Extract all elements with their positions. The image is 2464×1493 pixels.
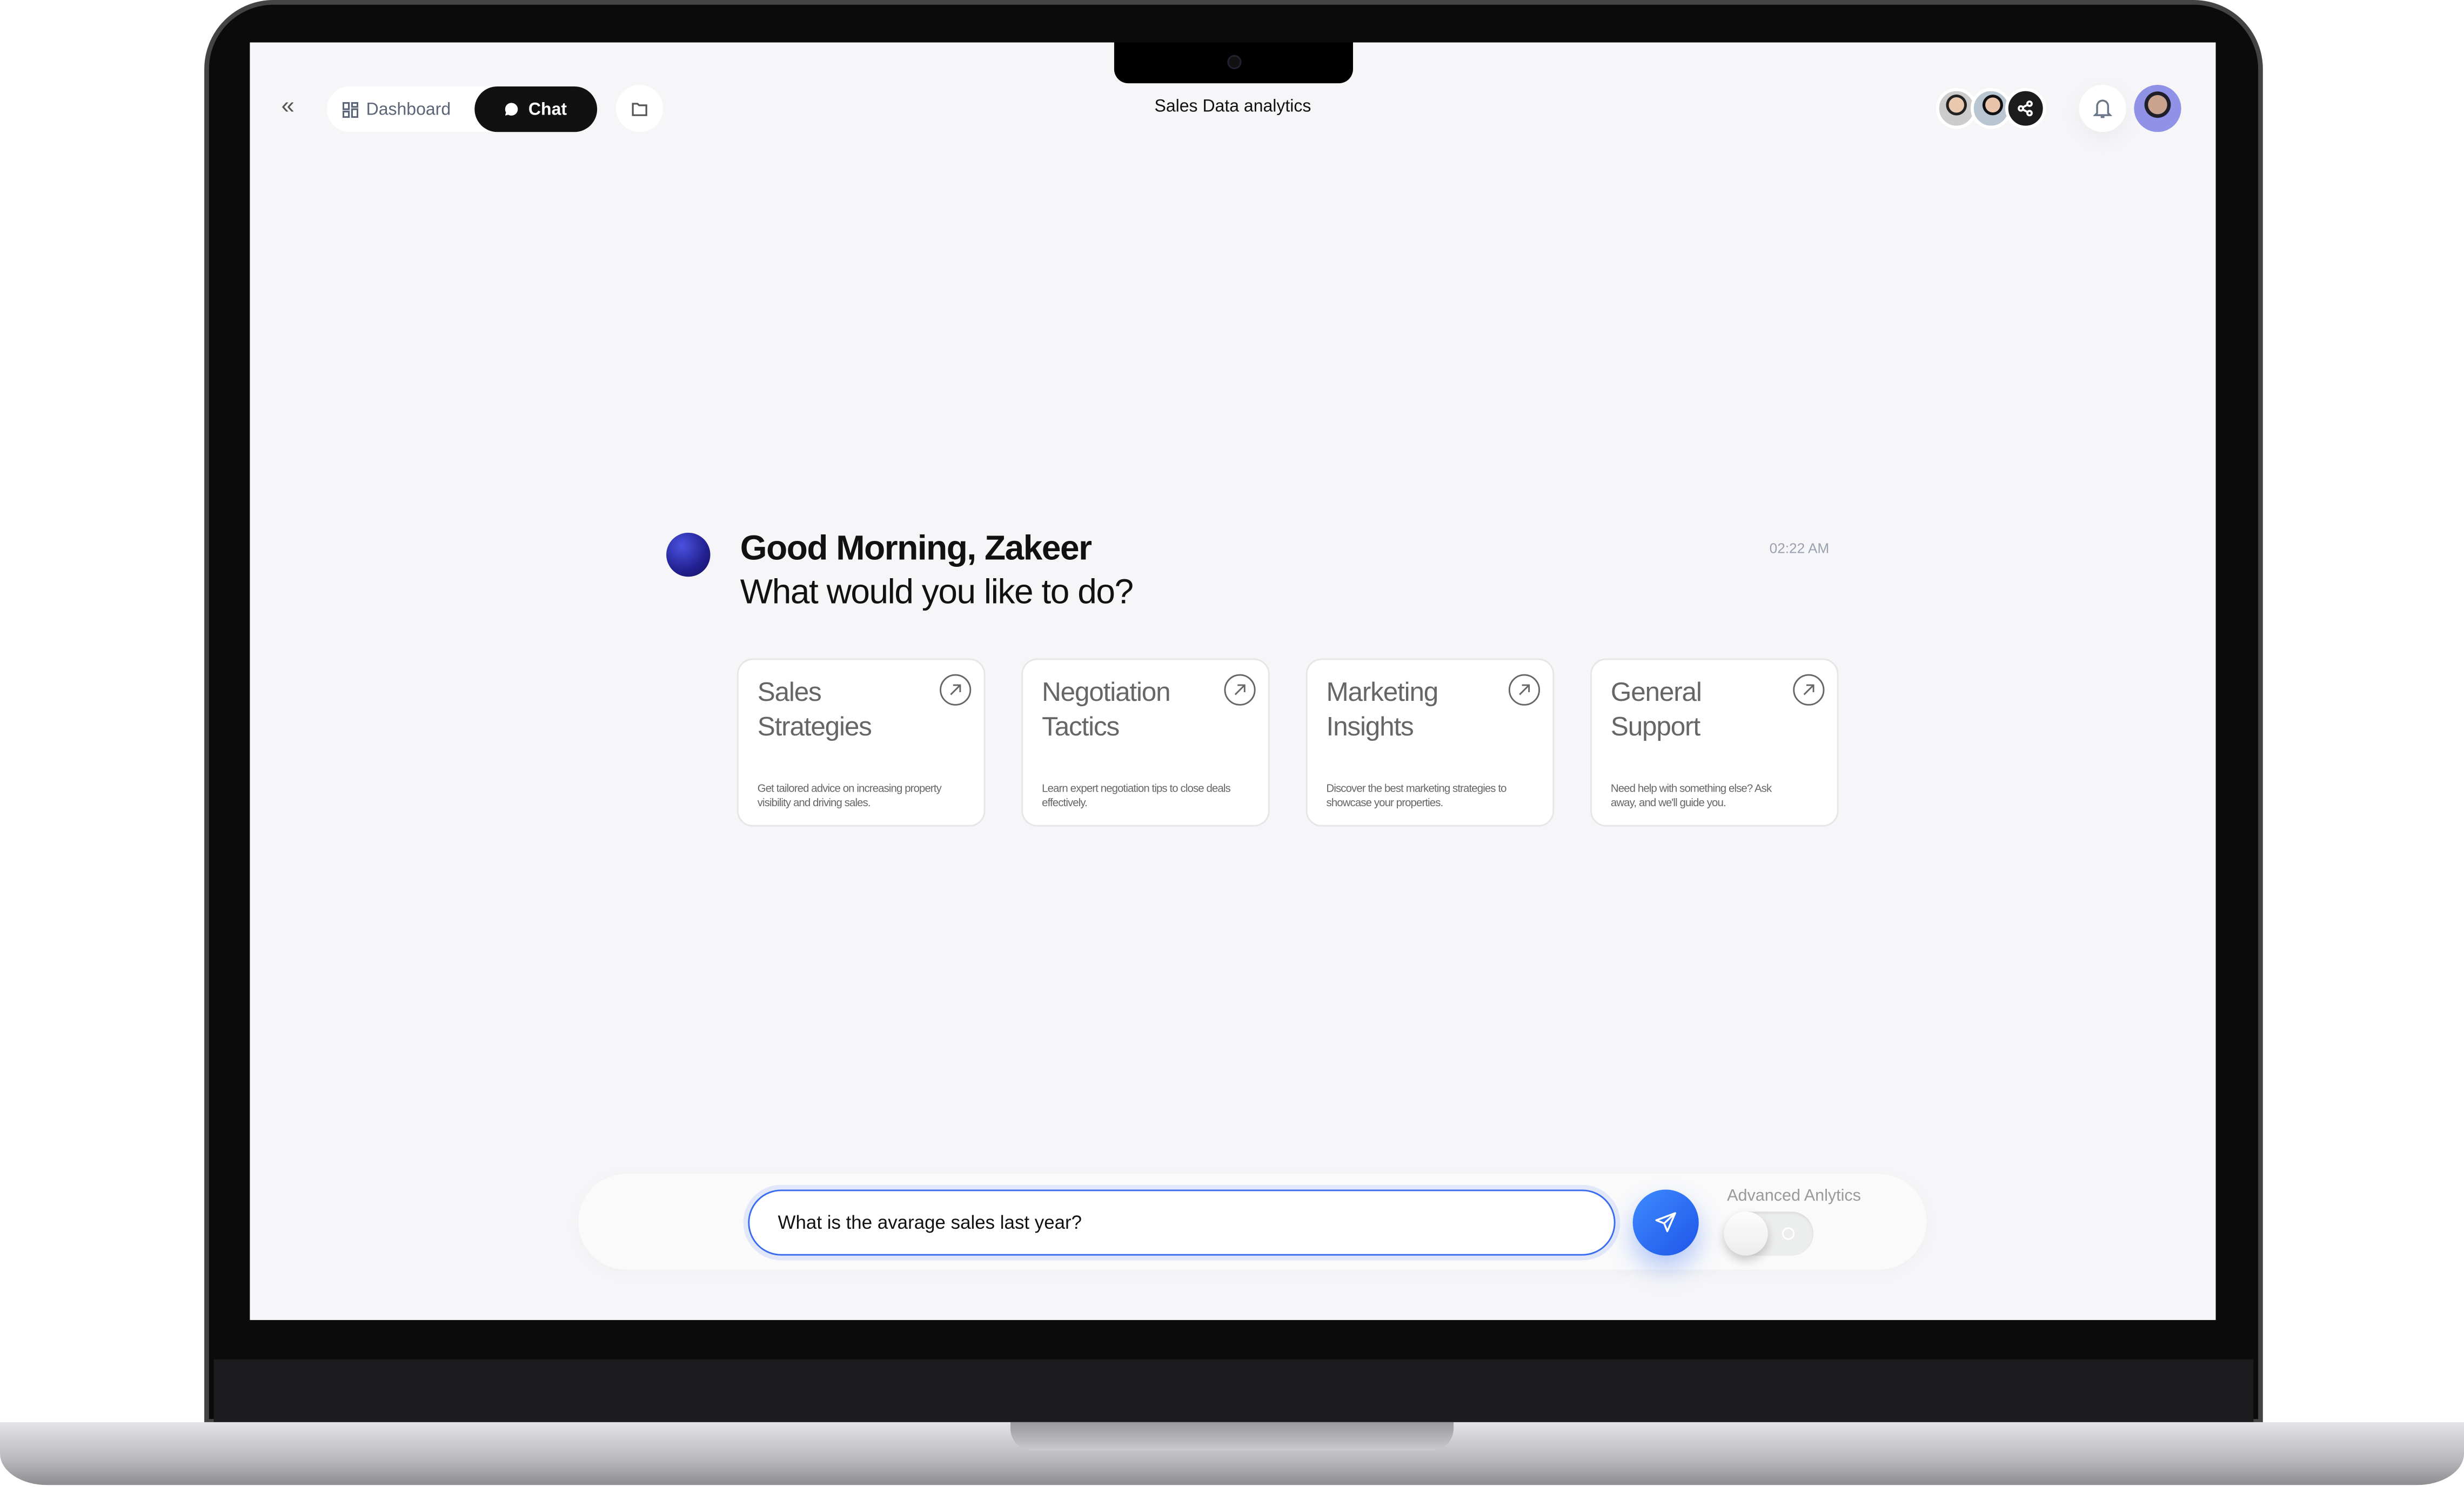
arrow-up-right-icon[interactable] bbox=[940, 674, 972, 706]
card-title-line: Insights bbox=[1326, 712, 1414, 742]
card-title: Negotiation Tactics bbox=[1042, 676, 1170, 745]
share-icon bbox=[2018, 101, 2033, 117]
page-title: Sales Data analytics bbox=[1154, 97, 1311, 117]
assistant-orb bbox=[666, 532, 711, 577]
chat-input[interactable] bbox=[748, 1189, 1616, 1256]
toggle-off-indicator bbox=[1782, 1227, 1795, 1240]
greeting-time: 02:22 AM bbox=[1769, 540, 1830, 557]
send-icon bbox=[1655, 1212, 1676, 1233]
arrow-up-right-icon[interactable] bbox=[1793, 674, 1825, 706]
camera bbox=[1227, 55, 1242, 69]
card-title: Sales Strategies bbox=[758, 676, 872, 745]
card-title-line: Marketing bbox=[1326, 677, 1439, 707]
greeting-title: Good Morning, Zakeer bbox=[740, 528, 1092, 567]
card-description: Need help with something else? Ask away,… bbox=[1610, 784, 1772, 809]
bell-icon bbox=[2093, 98, 2112, 117]
suggestion-card[interactable]: Sales Strategies Get tailored advice on i… bbox=[736, 658, 986, 827]
card-title-line: Strategies bbox=[757, 712, 872, 742]
card-title-line: General bbox=[1610, 677, 1702, 707]
suggestion-card[interactable]: Negotiation Tactics Learn expert negotiat… bbox=[1021, 658, 1270, 827]
advanced-analytics-label: Advanced Anlytics bbox=[1727, 1186, 1861, 1206]
arrow-up-right-icon[interactable] bbox=[1508, 674, 1541, 706]
card-title-line: Negotiation bbox=[1042, 677, 1170, 707]
card-title-line: Support bbox=[1610, 712, 1700, 742]
card-title-line: Sales bbox=[757, 677, 822, 707]
card-title: General Support bbox=[1611, 676, 1702, 745]
send-button[interactable] bbox=[1632, 1189, 1699, 1256]
arrow-up-right-icon[interactable] bbox=[1224, 674, 1256, 706]
laptop-base-notch bbox=[1010, 1422, 1454, 1451]
card-description: Get tailored advice on increasing proper… bbox=[757, 784, 942, 809]
card-description: Discover the best marketing strategies t… bbox=[1326, 784, 1507, 809]
card-title-line: Tactics bbox=[1042, 712, 1120, 742]
suggestion-card[interactable]: General Support Need help with something … bbox=[1590, 658, 1839, 827]
app-screen: « Dashboard Chat Sales Data analytics Go… bbox=[250, 42, 2216, 1320]
greeting-subtitle: What would you like to do? bbox=[740, 572, 1134, 612]
card-title: Marketing Insights bbox=[1326, 676, 1439, 745]
advanced-analytics-toggle[interactable] bbox=[1724, 1211, 1814, 1256]
laptop-chin bbox=[213, 1359, 2254, 1422]
card-description: Learn expert negotiation tips to close d… bbox=[1042, 784, 1231, 809]
user-avatar[interactable] bbox=[2134, 85, 2181, 132]
toggle-knob bbox=[1724, 1211, 1768, 1256]
share-button[interactable] bbox=[2005, 88, 2046, 129]
suggestion-card[interactable]: Marketing Insights Discover the best mark… bbox=[1305, 658, 1555, 827]
camera-notch bbox=[1114, 42, 1353, 84]
notifications-button[interactable] bbox=[2079, 85, 2126, 132]
